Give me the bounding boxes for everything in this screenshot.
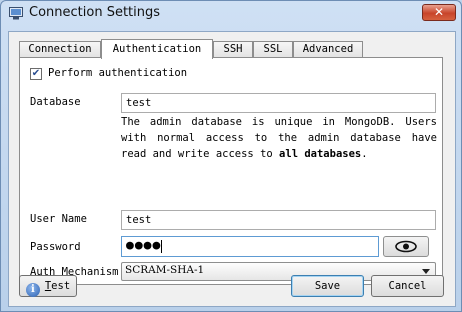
perform-authentication-label: Perform authentication: [48, 67, 188, 79]
database-label: Database: [30, 96, 81, 108]
tab-ssl[interactable]: SSL: [253, 41, 293, 58]
admin-database-note: The admin database is unique in MongoDB.…: [121, 114, 437, 162]
tab-connection[interactable]: Connection: [19, 41, 101, 58]
eye-icon: [395, 240, 417, 253]
test-label: est: [51, 280, 71, 292]
title-bar[interactable]: Connection Settings ✕: [1, 1, 461, 27]
close-icon: ✕: [433, 5, 445, 19]
checkmark-icon: ✔: [31, 68, 41, 79]
dialog-window: Connection Settings ✕ Connection Authent…: [0, 0, 462, 312]
username-label: User Name: [30, 213, 87, 225]
perform-authentication-checkbox[interactable]: ✔: [30, 68, 42, 80]
window-icon: [9, 7, 23, 20]
dialog-client-area: Connection Authentication SSH SSL Advanc…: [8, 31, 456, 307]
text-caret: [161, 239, 163, 253]
password-masked-value: ●●●●: [126, 238, 162, 253]
tab-advanced[interactable]: Advanced: [293, 41, 363, 58]
cancel-button[interactable]: Cancel: [371, 275, 444, 297]
chevron-down-icon: [422, 269, 430, 274]
show-password-button[interactable]: [383, 236, 429, 257]
auth-mechanism-value: SCRAM-SHA-1: [125, 264, 205, 276]
username-field[interactable]: test: [121, 210, 436, 230]
password-label: Password: [30, 241, 81, 253]
test-button[interactable]: i Test: [19, 275, 77, 297]
authentication-panel: ✔ Perform authentication Database test T…: [19, 57, 443, 285]
note-bold-text: all databases: [279, 148, 362, 160]
save-button[interactable]: Save: [291, 275, 364, 297]
tab-authentication[interactable]: Authentication: [101, 39, 213, 59]
password-field[interactable]: ●●●●: [121, 236, 379, 257]
tab-ssh[interactable]: SSH: [213, 41, 253, 58]
window-title: Connection Settings: [29, 5, 161, 20]
info-icon: i: [25, 283, 40, 297]
note-suffix: .: [361, 148, 368, 160]
database-field[interactable]: test: [121, 93, 436, 113]
close-button[interactable]: ✕: [422, 4, 456, 21]
